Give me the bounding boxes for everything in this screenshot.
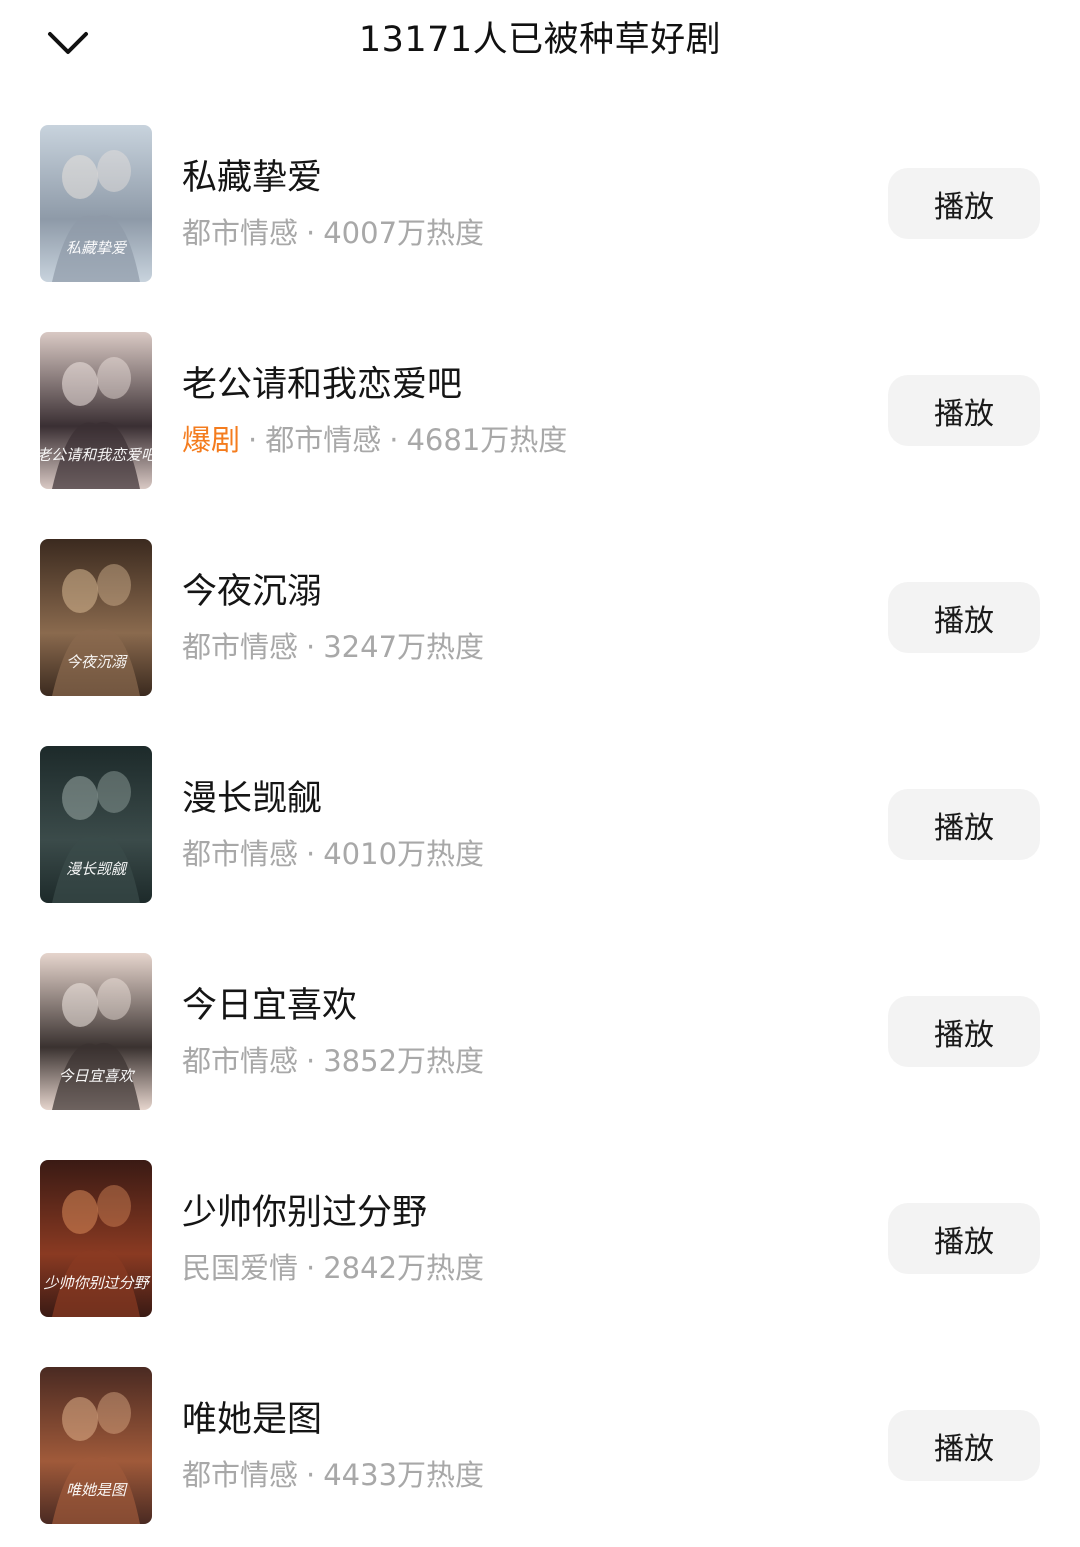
heat-count: 4681万热度	[406, 423, 568, 457]
svg-text:漫长觊觎: 漫长觊觎	[66, 860, 128, 878]
drama-title[interactable]: 少帅你别过分野	[182, 1192, 427, 1234]
poster-image[interactable]: 漫长觊觎	[40, 746, 152, 903]
drama-title[interactable]: 今日宜喜欢	[182, 985, 357, 1027]
drama-meta: 都市情感 · 3247万热度	[182, 629, 484, 665]
svg-text:老公请和我恋爱吧: 老公请和我恋爱吧	[40, 446, 152, 464]
genre-label: 民国爱情	[182, 1251, 299, 1285]
heat-count: 3852万热度	[323, 1044, 485, 1078]
play-button[interactable]: 播放	[888, 996, 1040, 1067]
list-item[interactable]: 老公请和我恋爱吧 老公请和我恋爱吧 爆剧 · 都市情感 · 4681万热度 播放	[0, 332, 1080, 489]
genre-label: 都市情感	[265, 423, 382, 457]
separator-dot: ·	[306, 1044, 316, 1078]
separator-dot: ·	[306, 1458, 316, 1492]
drama-meta: 爆剧 · 都市情感 · 4681万热度	[182, 422, 567, 458]
poster-image[interactable]: 老公请和我恋爱吧	[40, 332, 152, 489]
drama-title[interactable]: 私藏挚爱	[182, 157, 322, 199]
separator-dot: ·	[389, 423, 399, 457]
separator-dot: ·	[306, 837, 316, 871]
play-button[interactable]: 播放	[888, 168, 1040, 239]
drama-meta: 民国爱情 · 2842万热度	[182, 1250, 484, 1286]
svg-text:少帅你别过分野: 少帅你别过分野	[43, 1274, 151, 1292]
drama-meta: 都市情感 · 4433万热度	[182, 1457, 484, 1493]
separator-dot: ·	[306, 630, 316, 664]
hot-badge: 爆剧	[182, 423, 241, 457]
header: 13171人已被种草好剧	[0, 0, 1080, 90]
drama-title[interactable]: 漫长觊觎	[182, 778, 322, 820]
separator-dot: ·	[306, 216, 316, 250]
drama-title[interactable]: 今夜沉溺	[182, 571, 322, 613]
poster-image[interactable]: 私藏挚爱	[40, 125, 152, 282]
play-button[interactable]: 播放	[888, 1410, 1040, 1481]
drama-title[interactable]: 老公请和我恋爱吧	[182, 364, 462, 406]
list-item[interactable]: 少帅你别过分野 少帅你别过分野 民国爱情 · 2842万热度 播放	[0, 1160, 1080, 1317]
genre-label: 都市情感	[182, 1044, 299, 1078]
poster-image[interactable]: 唯她是图	[40, 1367, 152, 1524]
heat-count: 2842万热度	[323, 1251, 485, 1285]
svg-text:今日宜喜欢: 今日宜喜欢	[58, 1067, 135, 1085]
list-item[interactable]: 唯她是图 唯她是图 都市情感 · 4433万热度 播放	[0, 1367, 1080, 1524]
play-button[interactable]: 播放	[888, 582, 1040, 653]
svg-text:今夜沉溺: 今夜沉溺	[66, 653, 128, 671]
play-button[interactable]: 播放	[888, 789, 1040, 860]
drama-list-page: 13171人已被种草好剧 私藏挚爱 私藏挚爱 都市情感 · 4007万热度 播放 老公请和我…	[0, 0, 1080, 1547]
drama-meta: 都市情感 · 4010万热度	[182, 836, 484, 872]
genre-label: 都市情感	[182, 837, 299, 871]
play-button[interactable]: 播放	[888, 375, 1040, 446]
genre-label: 都市情感	[182, 216, 299, 250]
genre-label: 都市情感	[182, 630, 299, 664]
drama-title[interactable]: 唯她是图	[182, 1399, 322, 1441]
svg-text:唯她是图: 唯她是图	[66, 1481, 128, 1499]
list-item[interactable]: 私藏挚爱 私藏挚爱 都市情感 · 4007万热度 播放	[0, 125, 1080, 282]
svg-text:私藏挚爱: 私藏挚爱	[66, 239, 128, 257]
genre-label: 都市情感	[182, 1458, 299, 1492]
heat-count: 4010万热度	[323, 837, 485, 871]
poster-image[interactable]: 少帅你别过分野	[40, 1160, 152, 1317]
list-item[interactable]: 漫长觊觎 漫长觊觎 都市情感 · 4010万热度 播放	[0, 746, 1080, 903]
list-item[interactable]: 今夜沉溺 今夜沉溺 都市情感 · 3247万热度 播放	[0, 539, 1080, 696]
drama-meta: 都市情感 · 3852万热度	[182, 1043, 484, 1079]
page-title: 13171人已被种草好剧	[358, 20, 722, 60]
heat-count: 4433万热度	[323, 1458, 485, 1492]
heat-count: 3247万热度	[323, 630, 485, 664]
drama-meta: 都市情感 · 4007万热度	[182, 215, 484, 251]
poster-image[interactable]: 今夜沉溺	[40, 539, 152, 696]
heat-count: 4007万热度	[323, 216, 485, 250]
separator-dot: ·	[306, 1251, 316, 1285]
poster-image[interactable]: 今日宜喜欢	[40, 953, 152, 1110]
separator-dot: ·	[248, 423, 258, 457]
list-item[interactable]: 今日宜喜欢 今日宜喜欢 都市情感 · 3852万热度 播放	[0, 953, 1080, 1110]
play-button[interactable]: 播放	[888, 1203, 1040, 1274]
